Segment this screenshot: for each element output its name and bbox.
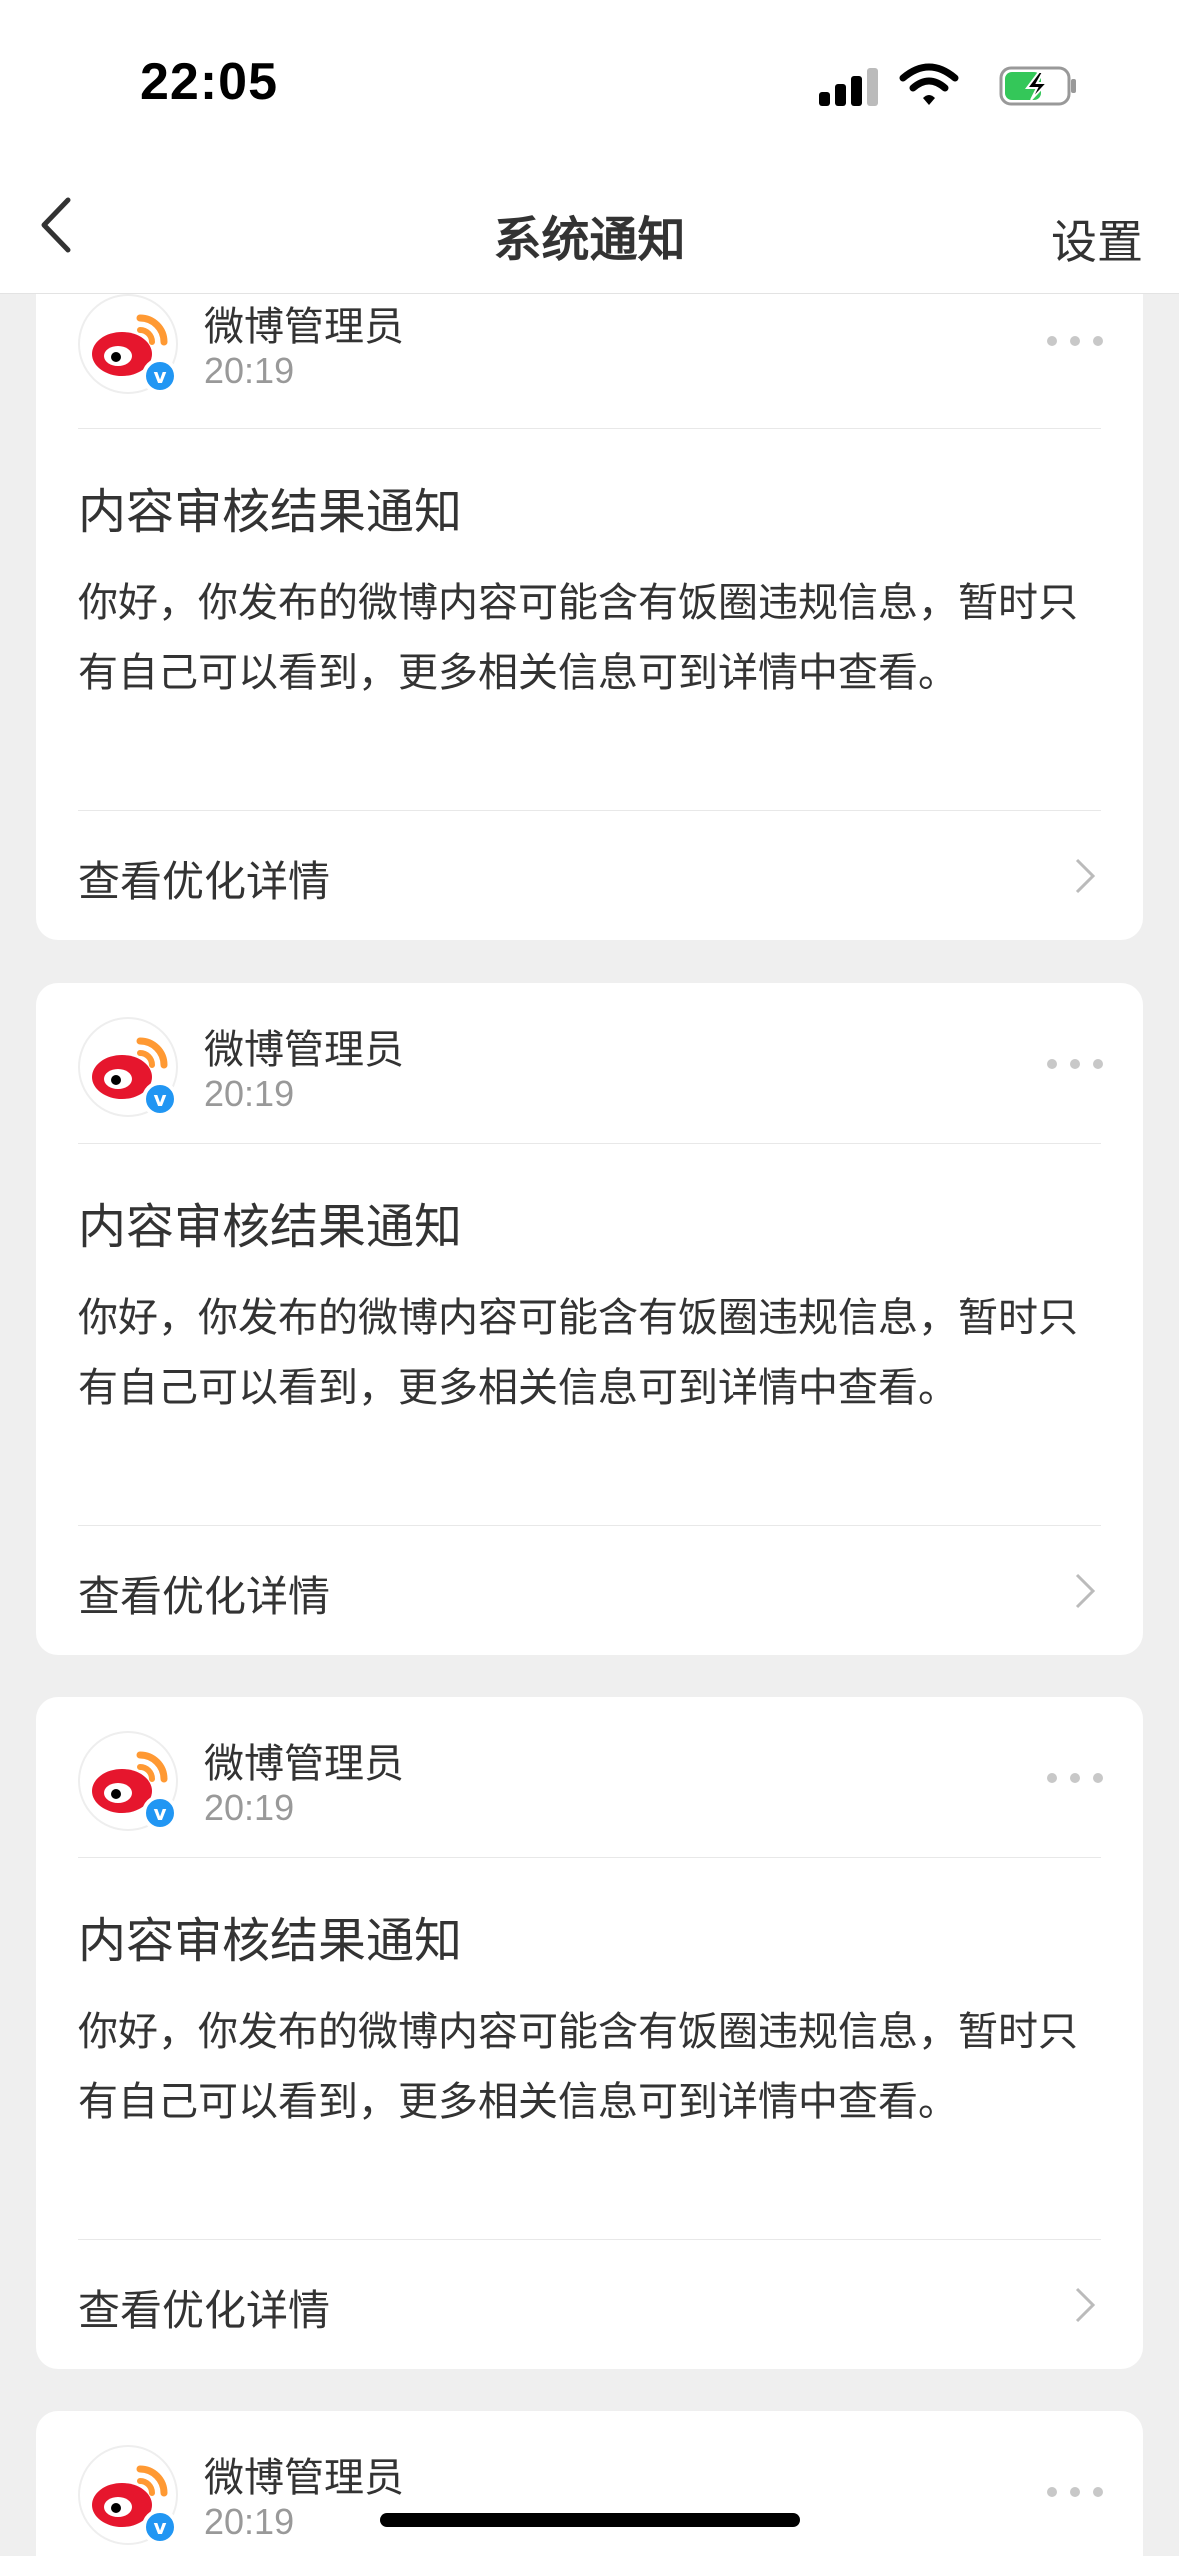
sender-name: 微博管理员 <box>204 1027 404 1073</box>
notification-body: 你好，你发布的微博内容可能含有饭圈违规信息，暂时只有自己可以看到，更多相关信息可… <box>78 580 1078 696</box>
sender-name: 微博管理员 <box>204 1741 404 1787</box>
wifi-icon <box>899 63 959 105</box>
verified-badge-icon: v <box>142 1081 178 1117</box>
view-details-link[interactable]: 查看优化详情 <box>36 1527 1143 1655</box>
card-header: v 微博管理员 20:19 <box>36 1013 1143 1148</box>
verified-badge-icon: v <box>142 358 178 394</box>
page-title: 系统通知 <box>493 212 686 268</box>
settings-button[interactable]: 设置 <box>1051 206 1143 272</box>
notification-card: v 微博管理员 20:19 内容审核结果通知 你好，你发布的微博内容可能含有饭圈… <box>36 983 1143 1655</box>
more-dots-icon[interactable] <box>1047 334 1103 348</box>
notification-card: v 微博管理员 20:19 内容审核结果通知 你好，你发布的微博内容可能含有饭圈… <box>36 240 1143 940</box>
card-header: v 微博管理员 20:19 <box>36 2441 1143 2556</box>
divider <box>78 1857 1101 1858</box>
notification-body: 你好，你发布的微博内容可能含有饭圈违规信息，暂时只有自己可以看到，更多相关信息可… <box>78 1295 1078 1411</box>
chevron-right-icon <box>1075 1573 1096 1609</box>
timestamp: 20:19 <box>204 1787 295 1828</box>
notification-card: v 微博管理员 20:19 内容审核结果通知 你好，你发布的微博内容可能含有饭圈… <box>36 1697 1143 2369</box>
more-dots-icon[interactable] <box>1047 1057 1103 1071</box>
divider <box>78 1143 1101 1144</box>
sender-name: 微博管理员 <box>204 304 404 350</box>
view-details-link[interactable]: 查看优化详情 <box>36 812 1143 940</box>
battery-charging-icon <box>999 66 1076 106</box>
divider <box>78 428 1101 429</box>
card-header: v 微博管理员 20:19 <box>36 1727 1143 1862</box>
divider <box>78 1525 1101 1526</box>
status-icons <box>799 62 1079 112</box>
chevron-right-icon <box>1075 2287 1096 2323</box>
notification-body: 你好，你发布的微博内容可能含有饭圈违规信息，暂时只有自己可以看到，更多相关信息可… <box>78 2009 1078 2125</box>
view-details-label: 查看优化详情 <box>78 857 331 906</box>
view-details-label: 查看优化详情 <box>78 2286 331 2335</box>
nav-bar: 系统通知 设置 <box>0 160 1179 294</box>
card-header: v 微博管理员 20:19 <box>36 290 1143 425</box>
cellular-signal-icon <box>819 66 879 106</box>
verified-badge-icon: v <box>142 2509 178 2545</box>
notification-title: 内容审核结果通知 <box>78 1199 463 1255</box>
divider <box>78 2239 1101 2240</box>
status-time: 22:05 <box>140 53 278 111</box>
view-details-link[interactable]: 查看优化详情 <box>36 2241 1143 2369</box>
more-dots-icon[interactable] <box>1047 1771 1103 1785</box>
status-bar: 22:05 <box>0 0 1179 160</box>
home-indicator[interactable] <box>380 2513 800 2527</box>
timestamp: 20:19 <box>204 2501 295 2542</box>
sender-name: 微博管理员 <box>204 2455 404 2501</box>
notification-card: v 微博管理员 20:19 <box>36 2411 1143 2556</box>
verified-badge-icon: v <box>142 1795 178 1831</box>
notification-title: 内容审核结果通知 <box>78 1913 463 1969</box>
timestamp: 20:19 <box>204 1073 295 1114</box>
timestamp: 20:19 <box>204 350 295 391</box>
notification-title: 内容审核结果通知 <box>78 484 463 540</box>
chevron-right-icon <box>1075 858 1096 894</box>
notification-feed[interactable]: v 微博管理员 20:19 内容审核结果通知 你好，你发布的微博内容可能含有饭圈… <box>0 0 1179 2556</box>
divider <box>78 810 1101 811</box>
view-details-label: 查看优化详情 <box>78 1572 331 1621</box>
more-dots-icon[interactable] <box>1047 2485 1103 2499</box>
